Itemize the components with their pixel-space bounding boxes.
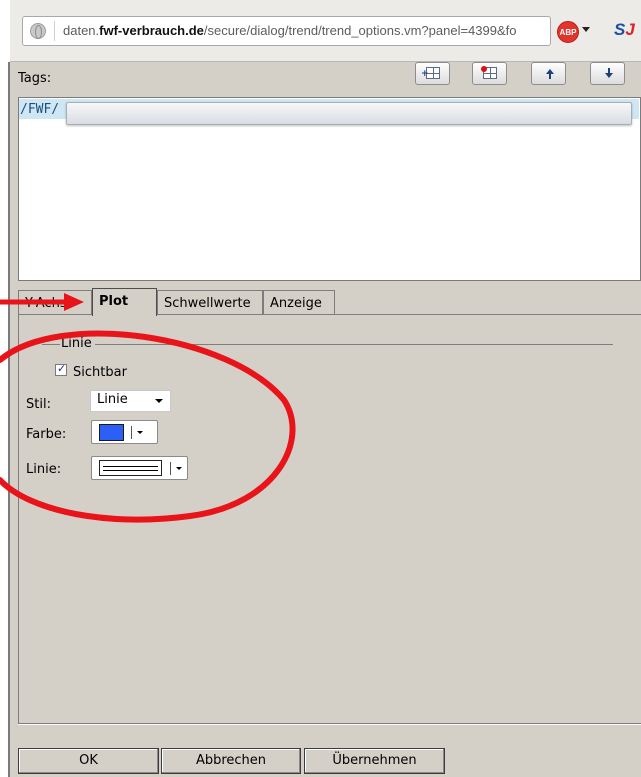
color-picker[interactable] [91, 420, 158, 444]
tab-plot[interactable]: Plot [92, 288, 157, 316]
extension-icon[interactable]: SJ [614, 20, 641, 44]
cancel-button[interactable]: Abbrechen [161, 748, 301, 774]
fieldset-border [42, 344, 60, 345]
page-left-edge [0, 0, 10, 777]
visible-checkbox[interactable] [55, 362, 67, 376]
browser-toolbar: daten.fwf-verbrauch.de/secure/dialog/tre… [10, 0, 641, 62]
tags-list[interactable]: /FWF/ [18, 97, 641, 281]
tag-path: /FWF/ [20, 102, 60, 117]
line-style-picker[interactable] [91, 456, 188, 480]
globe-icon [30, 23, 46, 39]
style-select-value: Linie [97, 392, 128, 407]
line-style-preview [99, 460, 162, 476]
fieldset-legend: Linie [61, 336, 92, 351]
remove-tag-button[interactable] [472, 62, 507, 85]
tags-label: Tags: [18, 71, 52, 86]
tab-schwellwerte[interactable]: Schwellwerte [157, 290, 263, 315]
move-up-button[interactable] [531, 62, 566, 85]
tab-anzeige[interactable]: Anzeige [263, 290, 335, 315]
divider [18, 723, 641, 725]
chevron-down-icon[interactable] [582, 27, 590, 32]
url-bar[interactable]: daten.fwf-verbrauch.de/secure/dialog/tre… [22, 16, 551, 46]
ok-button[interactable]: OK [18, 748, 159, 774]
arrow-down-icon [605, 68, 613, 78]
tab-y-achse[interactable]: Y-Achse [18, 290, 92, 315]
move-down-button[interactable] [590, 62, 625, 85]
chevron-down-icon [155, 399, 163, 403]
redaction-overlay [66, 102, 632, 125]
add-row-icon: + [421, 67, 440, 79]
style-label: Stil: [26, 397, 51, 412]
adblock-icon[interactable]: ABP [557, 21, 579, 43]
line-label: Linie: [26, 462, 62, 477]
add-tag-button[interactable]: + [415, 62, 450, 85]
chevron-down-icon [137, 431, 143, 434]
list-item[interactable]: /FWF/ [19, 99, 639, 125]
style-select[interactable]: Linie [90, 390, 171, 412]
url-text: daten.fwf-verbrauch.de/secure/dialog/tre… [63, 23, 517, 38]
remove-row-icon [481, 66, 497, 79]
color-label: Farbe: [26, 427, 67, 442]
visible-label: Sichtbar [73, 365, 127, 380]
chevron-down-icon [176, 467, 182, 470]
apply-button[interactable]: Übernehmen [304, 748, 445, 774]
color-swatch [99, 424, 124, 441]
tab-bar: Y-Achse Plot Schwellwerte Anzeige [18, 288, 641, 316]
arrow-up-icon [546, 69, 554, 79]
fieldset-border [95, 344, 613, 345]
